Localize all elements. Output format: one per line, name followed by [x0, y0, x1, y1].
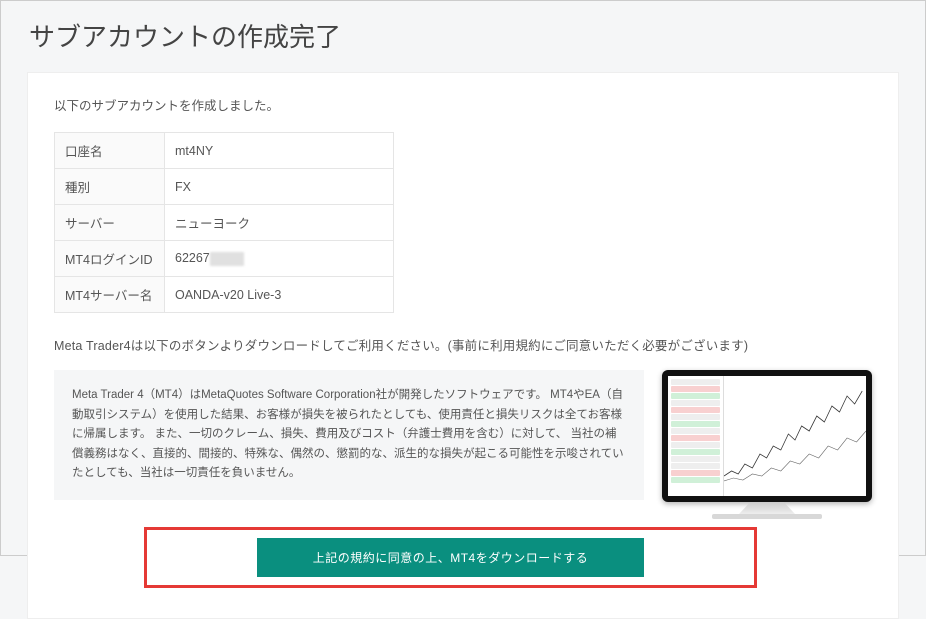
label-login-id: MT4ログインID: [55, 241, 165, 277]
value-login-id: 62267: [165, 241, 394, 277]
table-row: MT4ログインID 62267: [55, 241, 394, 277]
value-account-name: mt4NY: [165, 133, 394, 169]
value-mt4-server: OANDA-v20 Live-3: [165, 277, 394, 313]
label-account-name: 口座名: [55, 133, 165, 169]
table-row: サーバー ニューヨーク: [55, 205, 394, 241]
label-mt4-server: MT4サーバー名: [55, 277, 165, 313]
page-title: サブアカウントの作成完了: [1, 1, 925, 72]
download-note: Meta Trader4は以下のボタンよりダウンロードしてご利用ください。(事前…: [54, 335, 872, 354]
value-server: ニューヨーク: [165, 205, 394, 241]
content-card: 以下のサブアカウントを作成しました。 口座名 mt4NY 種別 FX サーバー …: [27, 72, 899, 619]
table-row: 種別 FX: [55, 169, 394, 205]
download-mt4-button[interactable]: 上記の規約に同意の上、MT4をダウンロードする: [257, 538, 644, 577]
account-info-table: 口座名 mt4NY 種別 FX サーバー ニューヨーク MT4ログインID 62…: [54, 132, 394, 313]
download-highlight-box: 上記の規約に同意の上、MT4をダウンロードする: [144, 527, 757, 588]
disclaimer-text: Meta Trader 4（MT4）はMetaQuotes Software C…: [72, 389, 624, 479]
intro-text: 以下のサブアカウントを作成しました。: [54, 95, 872, 114]
disclaimer-box: Meta Trader 4（MT4）はMetaQuotes Software C…: [54, 370, 644, 500]
mt4-preview-image: [662, 370, 872, 519]
value-type: FX: [165, 169, 394, 205]
label-server: サーバー: [55, 205, 165, 241]
table-row: MT4サーバー名 OANDA-v20 Live-3: [55, 277, 394, 313]
redacted-portion: [210, 252, 244, 266]
label-type: 種別: [55, 169, 165, 205]
table-row: 口座名 mt4NY: [55, 133, 394, 169]
